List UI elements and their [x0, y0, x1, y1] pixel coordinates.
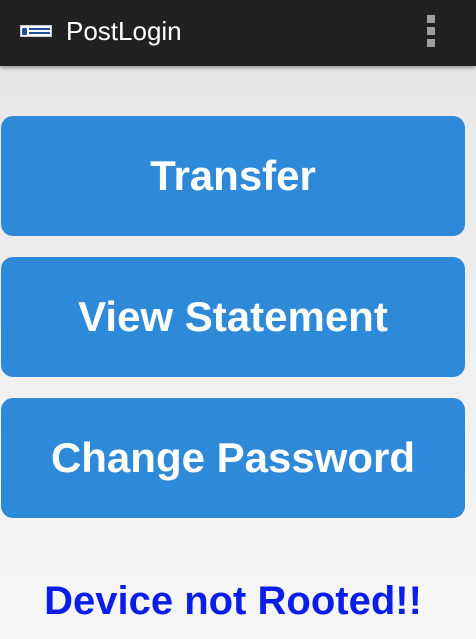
- app-bar: PostLogin: [0, 0, 476, 66]
- change-password-button[interactable]: Change Password: [1, 398, 465, 518]
- transfer-button[interactable]: Transfer: [1, 116, 465, 236]
- root-status-text: Device not Rooted!!: [44, 579, 422, 623]
- app-title: PostLogin: [66, 16, 182, 46]
- view-statement-button[interactable]: View Statement: [1, 257, 465, 377]
- security-innovation-logo-icon: [20, 25, 52, 37]
- overflow-menu-icon[interactable]: [418, 10, 444, 52]
